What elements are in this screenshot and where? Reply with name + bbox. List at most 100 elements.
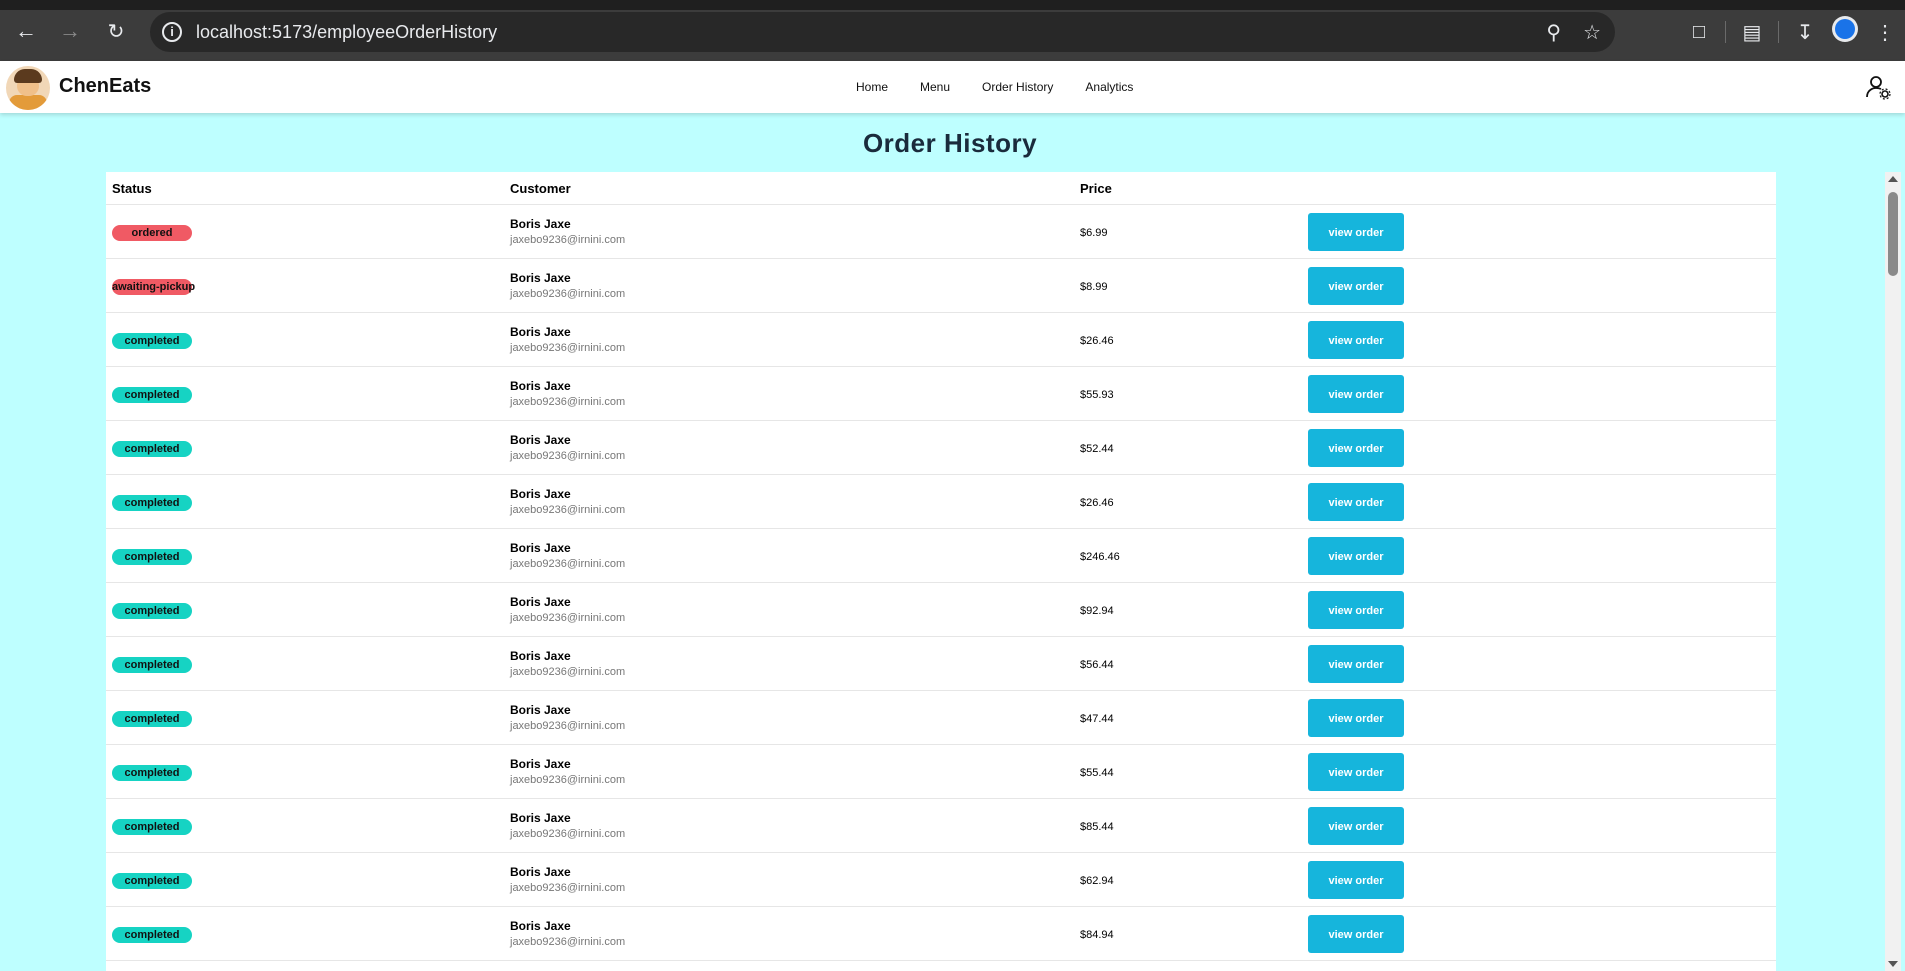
reload-icon[interactable]: ↻ [104,19,128,43]
view-order-button[interactable]: view order [1308,482,1404,521]
order-price: $85.44 [1080,820,1114,833]
order-price: $246.46 [1080,550,1120,563]
nav-home[interactable]: Home [856,80,888,94]
customer-email: jaxebo9236@irnini.com [510,504,626,516]
download-icon[interactable]: ↧ [1785,20,1825,45]
profile-avatar[interactable] [1825,16,1865,48]
status-cell: completed [106,366,504,421]
order-price: $26.46 [1080,334,1114,347]
customer-cell: Boris Jaxe jaxebo9236@irnini.com [504,474,1074,529]
price-cell: $84.94 [1074,906,1302,961]
toolbar-divider [1725,21,1726,43]
header-price: Price [1074,172,1302,205]
customer-cell: Boris Jaxe jaxebo9236@irnini.com [504,366,1074,421]
table-row: ordered Boris Jaxe jaxebo9236@irnini.com $6… [106,204,1776,259]
customer-email: jaxebo9236@irnini.com [510,396,626,408]
status-badge: awaiting-pickup [112,278,196,295]
action-cell: view order [1302,906,1776,961]
customer-cell: Boris Jaxe jaxebo9236@irnini.com [504,420,1074,475]
status-badge: completed [112,764,192,781]
view-order-button[interactable]: view order [1308,212,1404,251]
view-order-button[interactable]: view order [1308,428,1404,467]
customer-email: jaxebo9236@irnini.com [510,882,626,894]
site-info-icon[interactable]: i [162,22,182,42]
customer-name: Boris Jaxe [510,541,571,555]
table-row: completed Boris Jaxe jaxebo9236@irnini.com… [106,366,1776,421]
status-badge: completed [112,818,192,835]
url-text[interactable]: localhost:5173/employeeOrderHistory [196,22,497,43]
customer-name: Boris Jaxe [510,865,571,879]
status-badge: completed [112,602,192,619]
nav-order-history[interactable]: Order History [982,80,1053,94]
view-order-button[interactable]: view order [1308,266,1404,305]
brand-name[interactable]: ChenEats [59,75,151,98]
customer-email: jaxebo9236@irnini.com [510,612,626,624]
forward-icon[interactable]: → [58,18,82,43]
bookmark-star-icon[interactable]: ☆ [1583,20,1601,45]
view-order-button[interactable]: view order [1308,698,1404,737]
view-order-button[interactable]: view order [1308,536,1404,575]
page-scrollbar[interactable] [1885,172,1901,971]
customer-name: Boris Jaxe [510,703,571,717]
nav-links: Home Menu Order History Analytics [856,61,1133,113]
price-cell: $62.94 [1074,852,1302,907]
table-row: completed Boris Jaxe jaxebo9236@irnini.com… [106,906,1776,961]
customer-cell: Boris Jaxe jaxebo9236@irnini.com [504,798,1074,853]
browser-chrome: ← → ↻ i localhost:5173/employeeOrderHist… [0,0,1905,61]
view-order-button[interactable]: view order [1308,374,1404,413]
header-status: Status [106,172,504,205]
nav-menu[interactable]: Menu [920,80,950,94]
view-order-button[interactable]: view order [1308,320,1404,359]
price-cell: $246.46 [1074,528,1302,583]
customer-email: jaxebo9236@irnini.com [510,288,626,300]
view-order-button[interactable]: view order [1308,644,1404,683]
back-icon[interactable]: ← [14,18,38,43]
customer-name: Boris Jaxe [510,217,571,231]
order-price: $52.44 [1080,442,1114,455]
kebab-menu-icon[interactable]: ⋮ [1865,20,1905,45]
nav-analytics[interactable]: Analytics [1085,80,1133,94]
zoom-icon[interactable]: ⚲ [1546,20,1561,45]
table-row: completed Boris Jaxe jaxebo9236@irnini.com… [106,474,1776,529]
order-price: $55.93 [1080,388,1114,401]
app-navbar: ChenEats Home Menu Order History Analyti… [0,61,1905,113]
price-cell: $6.99 [1074,204,1302,259]
price-cell: $56.44 [1074,636,1302,691]
view-order-button[interactable]: view order [1308,590,1404,629]
view-order-button[interactable]: view order [1308,914,1404,953]
view-order-button[interactable]: view order [1308,752,1404,791]
extensions-icon[interactable]: □ [1679,21,1719,44]
table-row: completed Boris Jaxe jaxebo9236@irnini.com… [106,636,1776,691]
action-cell: view order [1302,258,1776,313]
customer-name: Boris Jaxe [510,433,571,447]
customer-cell: Boris Jaxe jaxebo9236@irnini.com [504,312,1074,367]
customer-name: Boris Jaxe [510,487,571,501]
customer-name: Boris Jaxe [510,649,571,663]
price-cell: $26.46 [1074,312,1302,367]
user-settings-icon[interactable] [1865,74,1891,100]
view-order-button[interactable]: view order [1308,860,1404,899]
scroll-up-icon[interactable] [1888,176,1898,182]
order-price: $55.44 [1080,766,1114,779]
tab-strip [0,0,1905,10]
order-table-container: Status Customer Price ordered Boris Jaxe j… [106,172,1776,971]
view-order-button[interactable]: view order [1308,806,1404,845]
scroll-down-icon[interactable] [1888,961,1898,967]
table-row: awaiting-pickup Boris Jaxe jaxebo9236@irni… [106,258,1776,313]
customer-name: Boris Jaxe [510,919,571,933]
customer-email: jaxebo9236@irnini.com [510,774,626,786]
address-bar[interactable]: i localhost:5173/employeeOrderHistory ⚲ … [150,12,1615,52]
page-title: Order History [862,128,1038,158]
scrollbar-thumb[interactable] [1888,192,1898,276]
status-cell: completed [106,636,504,691]
action-cell: view order [1302,636,1776,691]
status-badge: completed [112,656,192,673]
chef-logo-icon[interactable] [6,66,50,110]
action-cell: view order [1302,690,1776,745]
status-cell: ordered [106,204,504,259]
reading-mode-icon[interactable]: ▤ [1732,20,1772,45]
price-cell: $92.94 [1074,582,1302,637]
customer-email: jaxebo9236@irnini.com [510,342,626,354]
price-cell: $52.44 [1074,420,1302,475]
status-badge: completed [112,494,192,511]
